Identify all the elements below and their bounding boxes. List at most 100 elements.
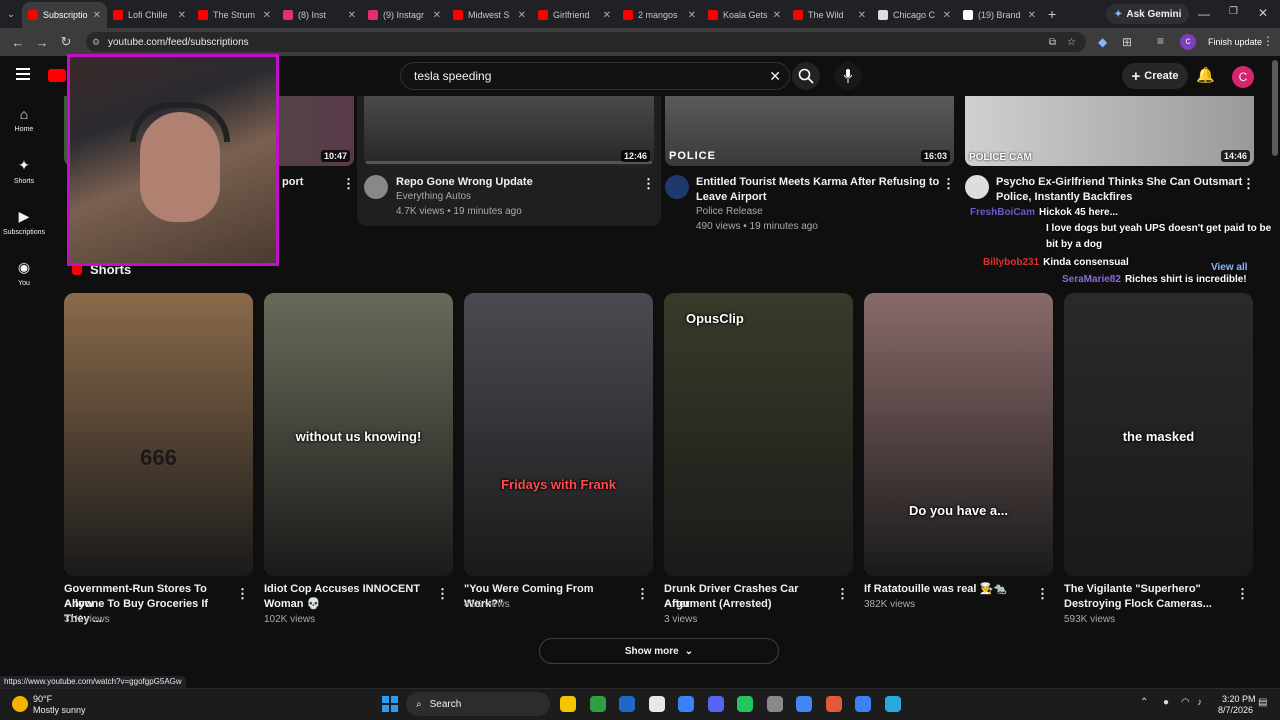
guide-item-home[interactable]: ⌂ Home — [0, 106, 48, 133]
short-menu-icon[interactable]: ⋮ — [836, 586, 849, 602]
browser-tab[interactable]: Midwest S ✕ — [447, 2, 532, 28]
short-title[interactable]: Argument (Arrested) — [664, 597, 824, 612]
spreadsheet-app-icon[interactable] — [589, 696, 606, 712]
tab-close-icon[interactable]: ✕ — [178, 10, 186, 21]
new-tab-button[interactable]: + — [1048, 6, 1056, 22]
search-button[interactable] — [792, 62, 820, 90]
short-menu-icon[interactable]: ⋮ — [1236, 586, 1249, 602]
browser-tab[interactable]: Koala Gets ✕ — [702, 2, 787, 28]
profile-avatar[interactable]: c — [1180, 34, 1196, 50]
video-menu-icon[interactable]: ⋮ — [1242, 176, 1255, 192]
video-title[interactable]: Psycho Ex-Girlfriend Thinks She Can Outs… — [996, 175, 1242, 190]
back-button[interactable]: ← — [6, 35, 30, 50]
video-title[interactable]: Entitled Tourist Meets Karma After Refus… — [696, 175, 939, 190]
channel-avatar[interactable] — [665, 175, 689, 199]
finish-update-button[interactable]: Finish update — [1202, 33, 1268, 51]
site-info-icon[interactable]: ⚙ — [92, 37, 100, 48]
browser-tab[interactable]: Chicago C ✕ — [872, 2, 957, 28]
chrome-active-icon[interactable] — [796, 696, 812, 712]
tab-close-icon[interactable]: ✕ — [943, 10, 951, 21]
weather-icon[interactable] — [12, 696, 28, 712]
browser-tab[interactable]: (8) Inst ✕ — [277, 2, 362, 28]
video-thumbnail-3[interactable]: POLICE 16:03 — [665, 96, 954, 166]
guide-item-you[interactable]: ◉ You — [0, 259, 48, 287]
clear-search-icon[interactable]: ✕ — [769, 68, 781, 85]
weather-desc[interactable]: Mostly sunny — [33, 705, 86, 715]
chrome-icon[interactable] — [648, 696, 665, 712]
short-thumbnail[interactable]: Do you have a... — [864, 293, 1053, 576]
tab-list-button[interactable]: ⌄ — [0, 9, 22, 20]
volume-icon[interactable]: ♪ — [1197, 697, 1202, 708]
video-title[interactable]: Leave Airport — [696, 190, 767, 205]
tab-close-icon[interactable]: ✕ — [688, 10, 696, 21]
browser-tab[interactable]: The Strum ✕ — [192, 2, 277, 28]
short-thumbnail[interactable]: 666 — [64, 293, 253, 576]
short-thumbnail[interactable]: the masked — [1064, 293, 1253, 576]
short-menu-icon[interactable]: ⋮ — [1036, 586, 1049, 602]
youtube-logo[interactable] — [48, 69, 66, 82]
reload-button[interactable]: ↻ — [54, 34, 78, 50]
tab-close-icon[interactable]: ✕ — [773, 10, 781, 21]
microphone-tray-icon[interactable]: ● — [1163, 697, 1169, 708]
wifi-icon[interactable]: ◠ — [1181, 697, 1190, 708]
tab-close-icon[interactable]: ✕ — [433, 10, 441, 21]
steam-alt-icon[interactable] — [855, 696, 871, 712]
start-button[interactable] — [382, 696, 398, 712]
tray-chevron-icon[interactable]: ⌃ — [1140, 697, 1148, 708]
video-title[interactable]: Police, Instantly Backfires — [996, 190, 1132, 205]
short-title[interactable]: Idiot Cop Accuses INNOCENT — [264, 582, 424, 597]
maximize-button[interactable]: ❐ — [1229, 6, 1238, 17]
video-menu-icon[interactable]: ⋮ — [942, 176, 955, 192]
browser-tab[interactable]: 2 mangos ✕ — [617, 2, 702, 28]
video-title[interactable]: port — [282, 175, 303, 190]
search-input[interactable]: tesla speeding ✕ — [400, 62, 790, 90]
short-thumbnail[interactable]: OpusClip — [664, 293, 853, 576]
minimize-button[interactable]: — — [1198, 7, 1210, 21]
reading-list-icon[interactable]: ≡ — [1157, 34, 1164, 48]
page-scrollbar[interactable] — [1272, 60, 1278, 156]
account-avatar[interactable]: C — [1232, 66, 1254, 88]
browser-tab[interactable]: Girlfriend ✕ — [532, 2, 617, 28]
voice-search-button[interactable] — [834, 62, 862, 90]
show-more-button[interactable]: Show more ⌄ — [539, 638, 779, 664]
settings-icon[interactable] — [766, 696, 783, 712]
tab-close-icon[interactable]: ✕ — [1028, 10, 1036, 21]
short-title[interactable]: If Ratatouille was real 🧑‍🍳🐀 — [864, 582, 1024, 597]
guide-item-subscriptions[interactable]: ▶ Subscriptions — [0, 208, 48, 236]
tab-close-icon[interactable]: ✕ — [858, 10, 866, 21]
short-menu-icon[interactable]: ⋮ — [236, 586, 249, 602]
short-title[interactable]: Woman 💀 — [264, 597, 424, 612]
close-window-button[interactable]: ✕ — [1258, 6, 1268, 20]
short-thumbnail[interactable]: Fridays with Frank — [464, 293, 653, 576]
video-thumbnail-2[interactable]: 12:46 — [364, 96, 654, 166]
clock-time[interactable]: 3:20 PM — [1222, 694, 1256, 704]
store-icon[interactable] — [678, 696, 694, 712]
chat-username[interactable]: SeraMarie82 — [1062, 274, 1121, 285]
file-explorer-icon[interactable] — [560, 696, 576, 712]
clock-date[interactable]: 8/7/2026 — [1218, 705, 1253, 715]
url-field[interactable]: ⚙ youtube.com/feed/subscriptions ⧉ ☆ — [86, 32, 1086, 52]
channel-avatar[interactable] — [364, 175, 388, 199]
video-thumbnail-4[interactable]: POLICE CAM 14:46 — [965, 96, 1254, 166]
create-button[interactable]: + Create — [1122, 63, 1188, 89]
hamburger-menu-icon[interactable] — [16, 68, 30, 80]
bookmark-star-icon[interactable]: ☆ — [1067, 37, 1076, 48]
ask-gemini-button[interactable]: ✦ Ask Gemini — [1106, 4, 1190, 24]
tab-close-icon[interactable]: ✕ — [603, 10, 611, 21]
discord-icon[interactable] — [707, 696, 724, 712]
guide-item-shorts[interactable]: ✦ Shorts — [0, 157, 48, 185]
short-title[interactable]: Destroying Flock Cameras... — [1064, 597, 1224, 612]
taskbar-search[interactable]: ⌕ Search — [406, 692, 550, 716]
short-menu-icon[interactable]: ⋮ — [636, 586, 649, 602]
install-icon[interactable]: ⧉ — [1049, 37, 1056, 48]
tab-close-icon[interactable]: ✕ — [93, 10, 101, 21]
view-all-chat-link[interactable]: View all — [1211, 262, 1248, 273]
short-menu-icon[interactable]: ⋮ — [436, 586, 449, 602]
steam-icon[interactable] — [619, 696, 635, 712]
browser-tab[interactable]: The Wild ✕ — [787, 2, 872, 28]
browser-menu-icon[interactable]: ⋮ — [1262, 34, 1274, 48]
chat-username[interactable]: Billybob231 — [983, 257, 1039, 268]
app-icon[interactable] — [825, 696, 842, 712]
forward-button[interactable]: → — [30, 35, 54, 50]
weather-temp[interactable]: 90°F — [33, 694, 52, 704]
